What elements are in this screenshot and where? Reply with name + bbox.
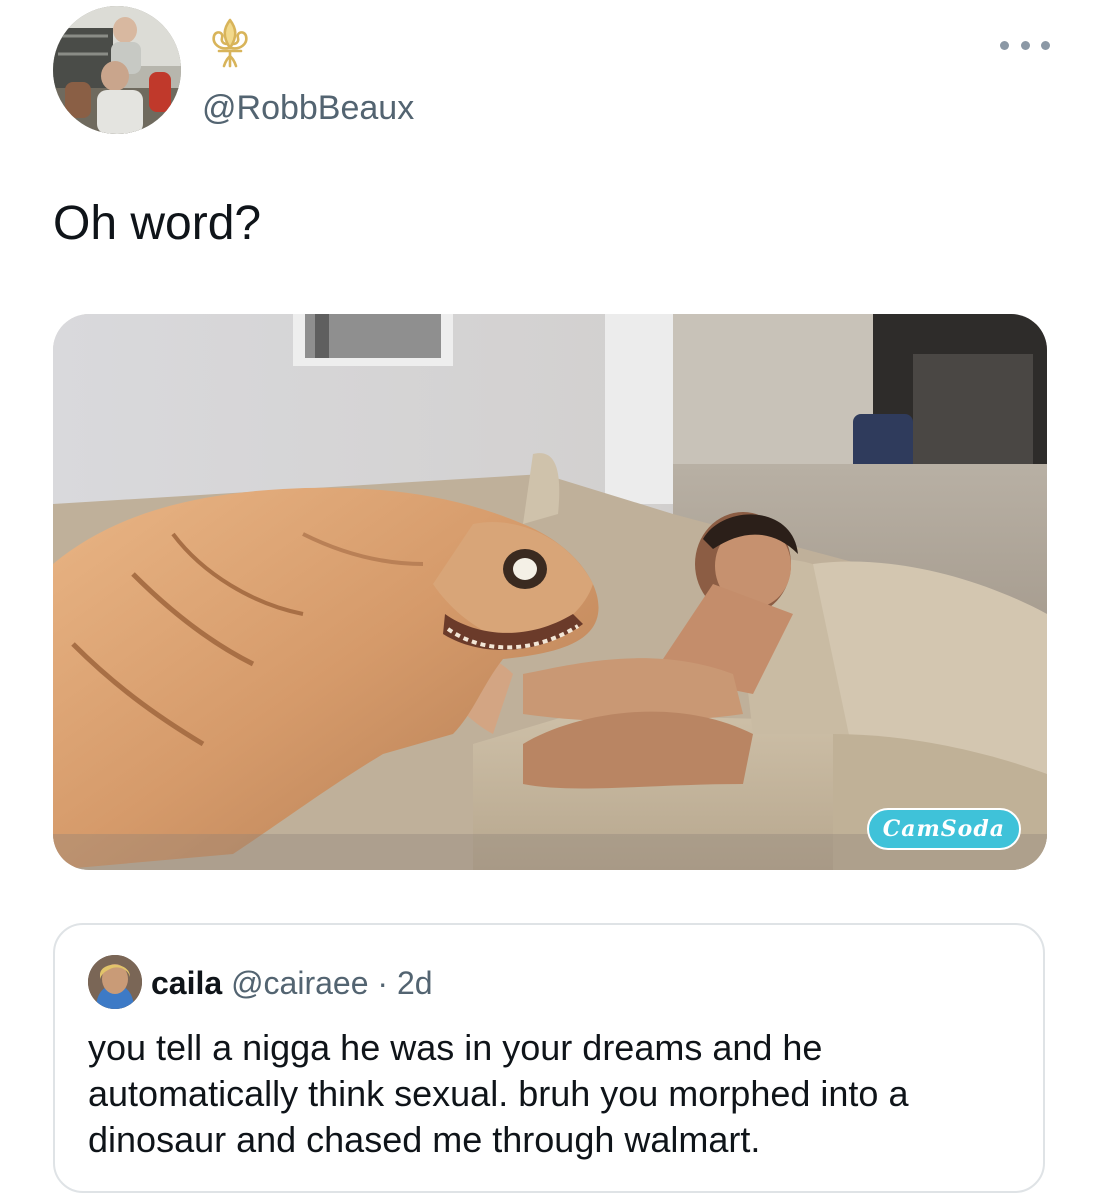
quoted-tweet-text: you tell a nigga he was in your dreams a…: [88, 1025, 1018, 1163]
author-avatar[interactable]: [53, 6, 181, 134]
tweet: @RobbBeaux Oh word? CamSoda caila @caira…: [0, 0, 1100, 1200]
fleur-de-lis-icon: [202, 16, 258, 72]
quoted-author-name[interactable]: caila: [151, 965, 222, 1001]
more-dot: [1000, 40, 1009, 50]
quoted-tweet-card[interactable]: caila @cairaee · 2d you tell a nigga he …: [53, 923, 1045, 1193]
tweet-text: Oh word?: [53, 197, 262, 250]
media-photo: [53, 314, 1047, 870]
quoted-author-handle[interactable]: @cairaee: [231, 965, 368, 1001]
quoted-text-line: automatically think sexual. bruh you mor…: [88, 1073, 909, 1114]
camsoda-watermark: CamSoda: [866, 808, 1021, 850]
quoted-separator: ·: [377, 965, 389, 1001]
quoted-tweet-header: caila @cairaee · 2d: [151, 963, 433, 1003]
quoted-author-avatar[interactable]: [88, 955, 142, 1009]
more-dot: [1020, 40, 1030, 50]
quoted-text-line: you tell a nigga he was in your dreams a…: [88, 1027, 823, 1068]
more-dot: [1041, 40, 1050, 50]
avatar-photo: [53, 6, 181, 134]
quoted-avatar-photo: [88, 955, 142, 1009]
quoted-timestamp[interactable]: 2d: [397, 965, 433, 1001]
quoted-text-line: dinosaur and chased me through walmart.: [88, 1119, 761, 1160]
author-handle[interactable]: @RobbBeaux: [202, 88, 414, 128]
more-options-icon[interactable]: [1000, 30, 1050, 60]
tweet-media-image[interactable]: CamSoda: [53, 314, 1047, 870]
